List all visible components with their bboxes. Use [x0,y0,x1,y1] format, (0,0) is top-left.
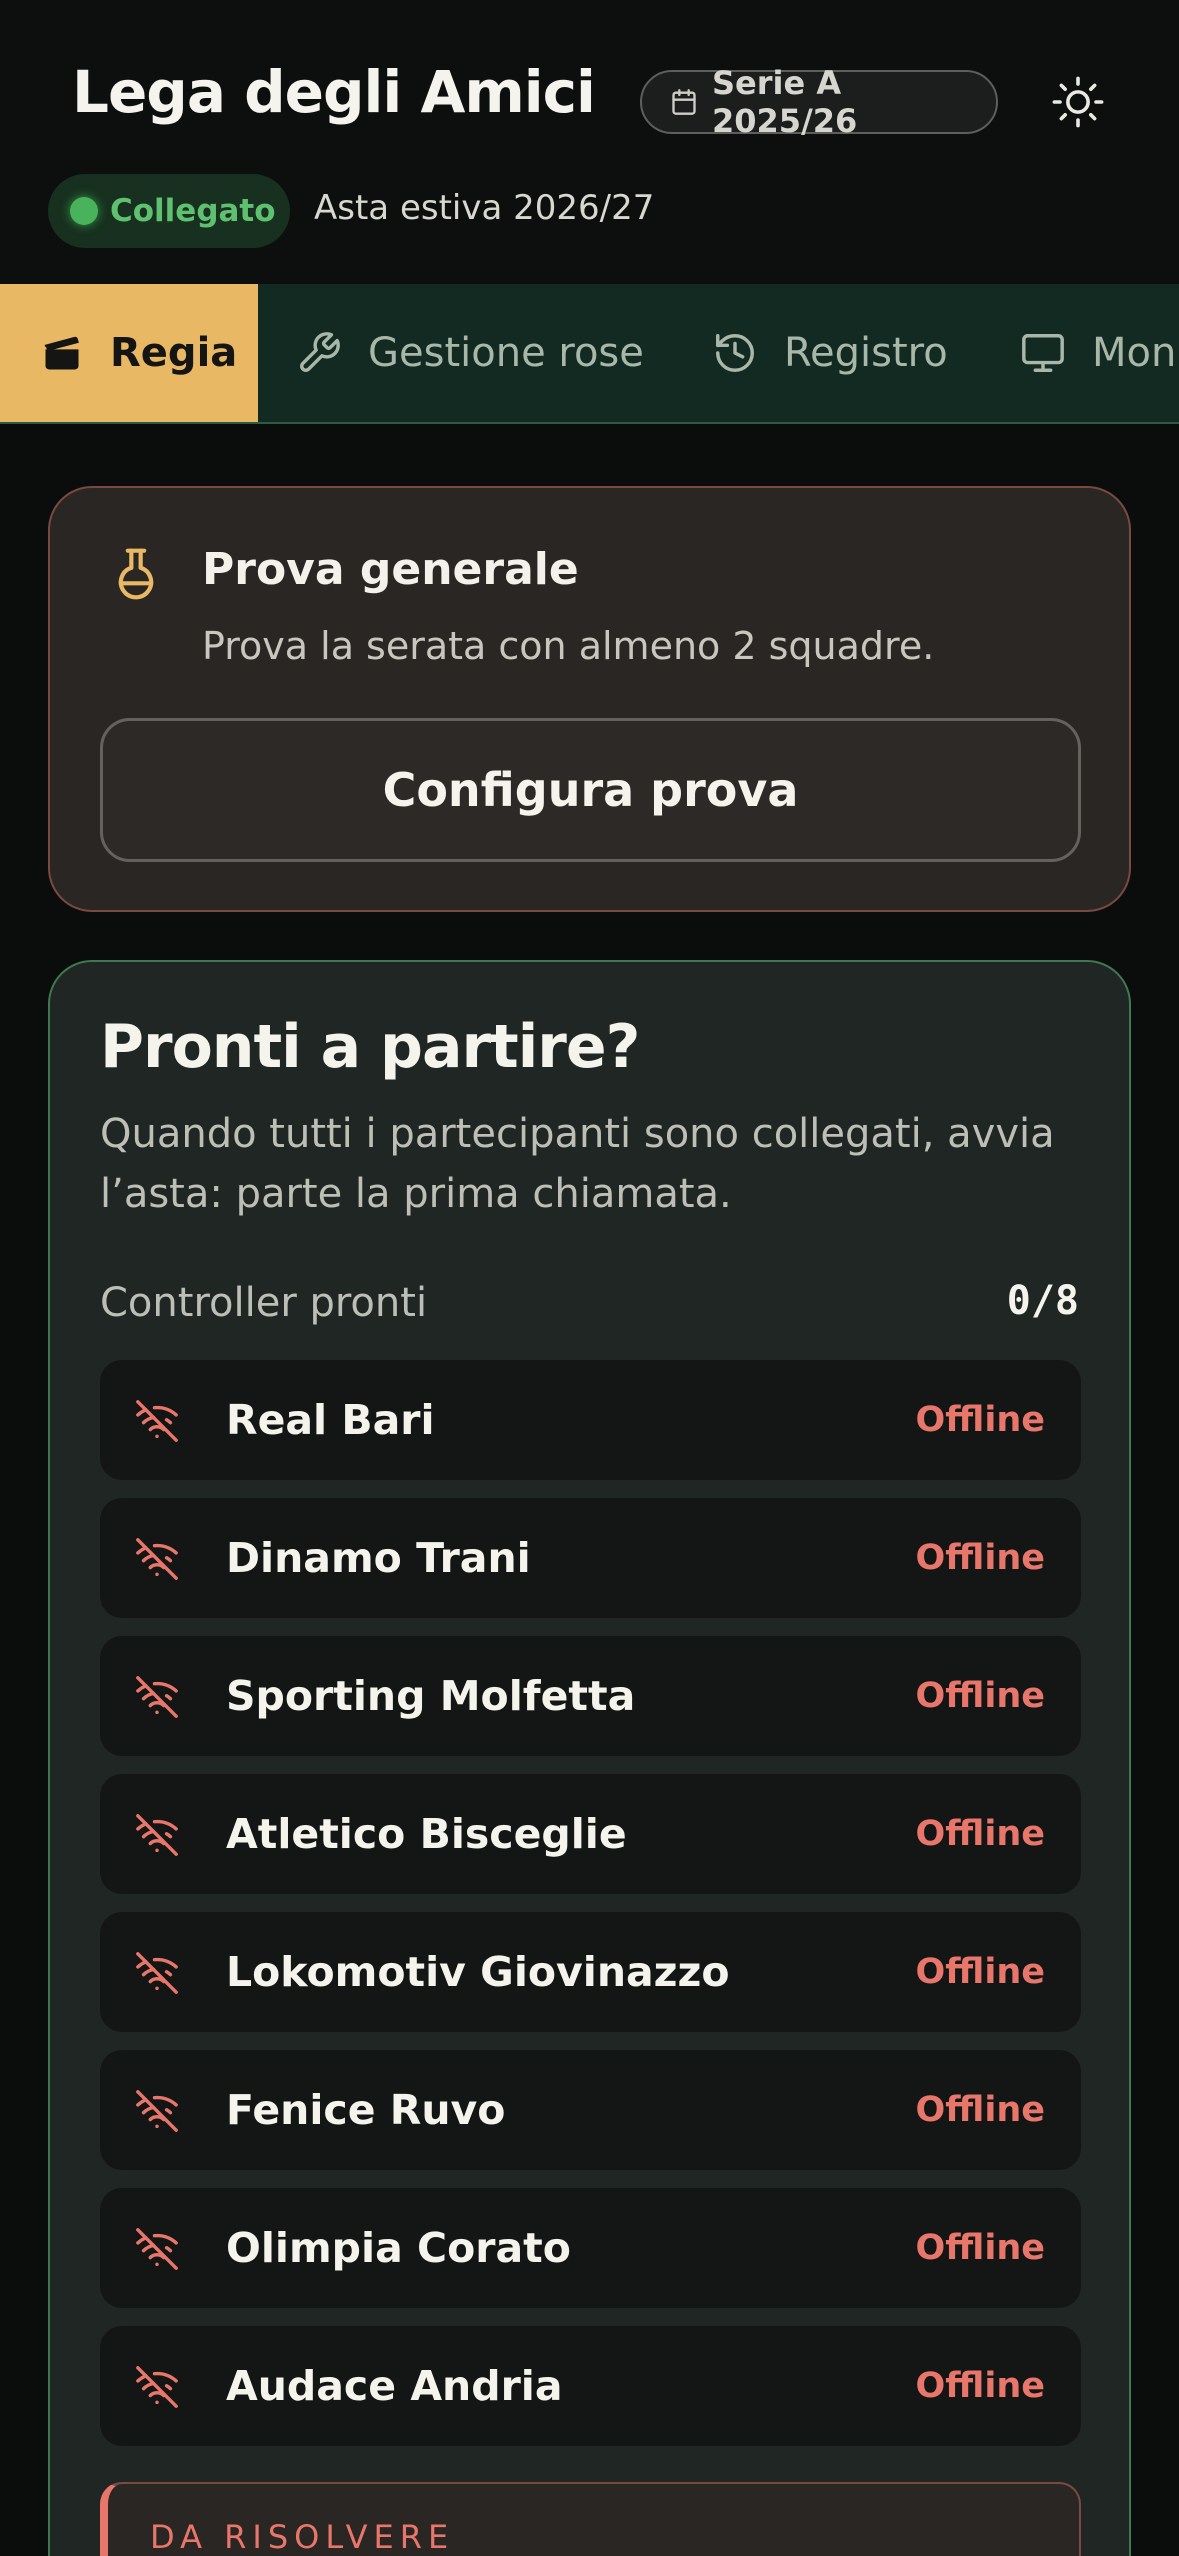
status-dot [70,197,98,225]
session-name: Asta estiva 2026/27 [314,188,655,228]
team-name: Real Bari [226,1396,435,1444]
team-name: Dinamo Trani [226,1534,531,1582]
team-name: Atletico Bisceglie [226,1810,627,1858]
tab-bar: Regia Gestione rose Registro Mon [0,284,1179,424]
connection-status-badge: Collegato [48,174,290,248]
wrench-icon [300,332,340,372]
flask-icon [118,548,154,600]
wifi-off-icon [136,2090,178,2132]
issues-label: DA RISOLVERE [150,2518,455,2556]
theme-toggle-button[interactable] [1046,70,1110,134]
team-name: Sporting Molfetta [226,1672,636,1720]
wifi-off-icon [136,1400,178,1442]
tab-label: Regia [110,330,238,376]
team-name: Olimpia Corato [226,2224,571,2272]
tab-gestione-rose[interactable]: Gestione rose [296,284,644,422]
history-icon [716,334,754,372]
calendar-icon [672,89,696,115]
issues-box: DA RISOLVERE [100,2482,1081,2556]
tab-monitor[interactable]: Mon [1020,284,1176,422]
team-name: Fenice Ruvo [226,2086,506,2134]
monitor-icon [1022,334,1064,372]
tab-label: Registro [784,330,948,376]
controllers-count: 0/8 [1006,1278,1079,1324]
team-status: Offline [915,1538,1045,1578]
tab-regia[interactable]: Regia [0,284,258,422]
rehearsal-description: Prova la serata con almeno 2 squadre. [202,624,935,668]
controllers-label: Controller pronti [100,1280,428,1326]
wifi-off-icon [136,1676,178,1718]
wifi-off-icon [136,2228,178,2270]
team-status: Offline [915,2366,1045,2406]
wifi-off-icon [136,1952,178,1994]
team-row: Real Bari Offline [100,1360,1081,1480]
team-row: Audace Andria Offline [100,2326,1081,2446]
ready-card: Pronti a partire? Quando tutti i parteci… [48,960,1131,2556]
rehearsal-card: Prova generale Prova la serata con almen… [48,486,1131,912]
connection-status-label: Collegato [110,193,276,229]
tab-label: Mon [1092,330,1177,376]
wifi-off-icon [136,1538,178,1580]
team-name: Lokomotiv Giovinazzo [226,1948,730,1996]
configure-rehearsal-button[interactable]: Configura prova [100,718,1081,862]
rehearsal-title: Prova generale [202,544,579,595]
team-name: Audace Andria [226,2362,563,2410]
app-header: Lega degli Amici Serie A 2025/26 Collega… [0,0,1179,284]
ready-description: Quando tutti i partecipanti sono collega… [100,1111,1055,1217]
team-row: Sporting Molfetta Offline [100,1636,1081,1756]
team-status: Offline [915,1400,1045,1440]
team-row: Fenice Ruvo Offline [100,2050,1081,2170]
tab-label: Gestione rose [368,330,644,376]
league-title: Lega degli Amici [72,58,596,126]
team-row: Atletico Bisceglie Offline [100,1774,1081,1894]
season-selector[interactable]: Serie A 2025/26 [640,64,998,140]
team-status: Offline [915,1814,1045,1854]
team-row: Dinamo Trani Offline [100,1498,1081,1618]
team-row: Olimpia Corato Offline [100,2188,1081,2308]
team-status: Offline [915,1676,1045,1716]
team-status: Offline [915,1952,1045,1992]
wifi-off-icon [136,1814,178,1856]
wifi-off-icon [136,2366,178,2408]
team-status: Offline [915,2228,1045,2268]
ready-title: Pronti a partire? [100,1012,640,1082]
sun-icon [1052,76,1104,128]
team-row: Lokomotiv Giovinazzo Offline [100,1912,1081,2032]
team-status: Offline [915,2090,1045,2130]
tab-registro[interactable]: Registro [712,284,948,422]
season-label: Serie A 2025/26 [712,64,858,140]
clapperboard-icon [44,336,79,370]
